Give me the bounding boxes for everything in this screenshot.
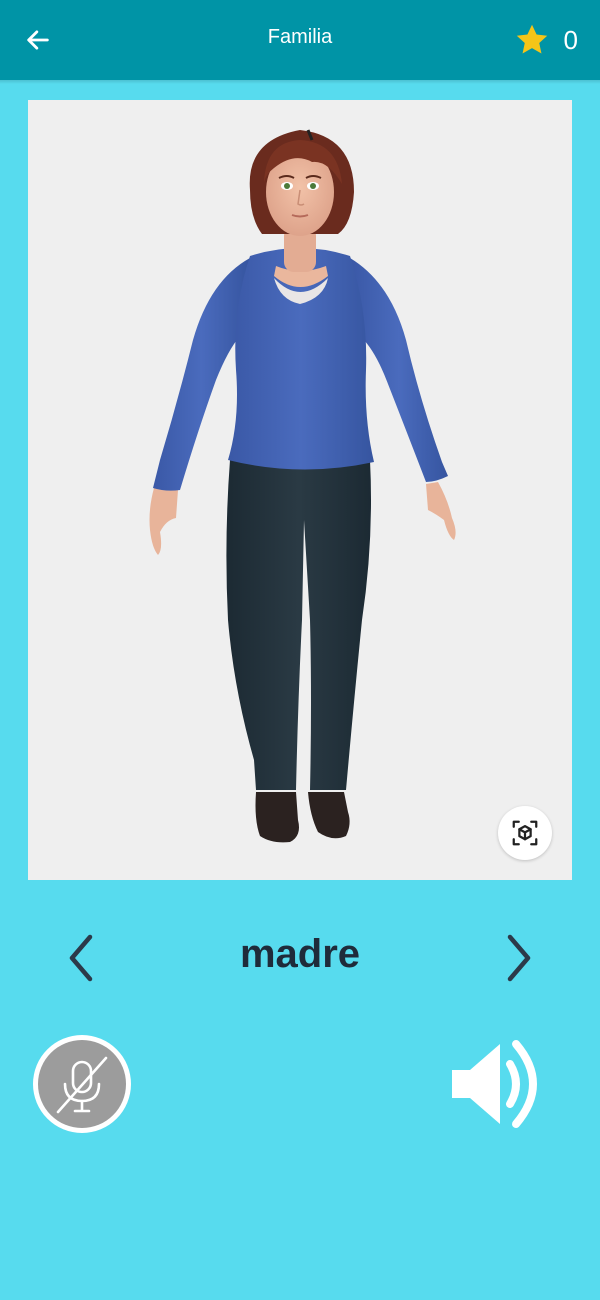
current-word: madre (239, 932, 361, 976)
chevron-right-icon (507, 934, 531, 982)
speaker-icon (452, 1040, 537, 1128)
ar-cube-icon (512, 820, 538, 846)
chevron-left-icon (69, 934, 93, 982)
woman-3d-model[interactable] (28, 100, 572, 880)
ar-view-button[interactable] (498, 806, 552, 860)
model-viewer[interactable] (28, 100, 572, 880)
microphone-button[interactable] (30, 1032, 134, 1136)
score-display: 0 (514, 20, 578, 60)
star-icon (516, 24, 547, 54)
page-title: Familia (267, 26, 333, 48)
back-button[interactable] (18, 20, 58, 60)
microphone-off-icon (33, 1035, 131, 1133)
score-value: 0 (563, 24, 578, 55)
speaker-button[interactable] (446, 1034, 550, 1134)
previous-word-button[interactable] (56, 930, 106, 986)
app-bar-shadow (0, 80, 600, 84)
arrow-left-icon (27, 30, 49, 50)
app-bar: Familia 0 (0, 0, 600, 80)
next-word-button[interactable] (494, 930, 544, 986)
